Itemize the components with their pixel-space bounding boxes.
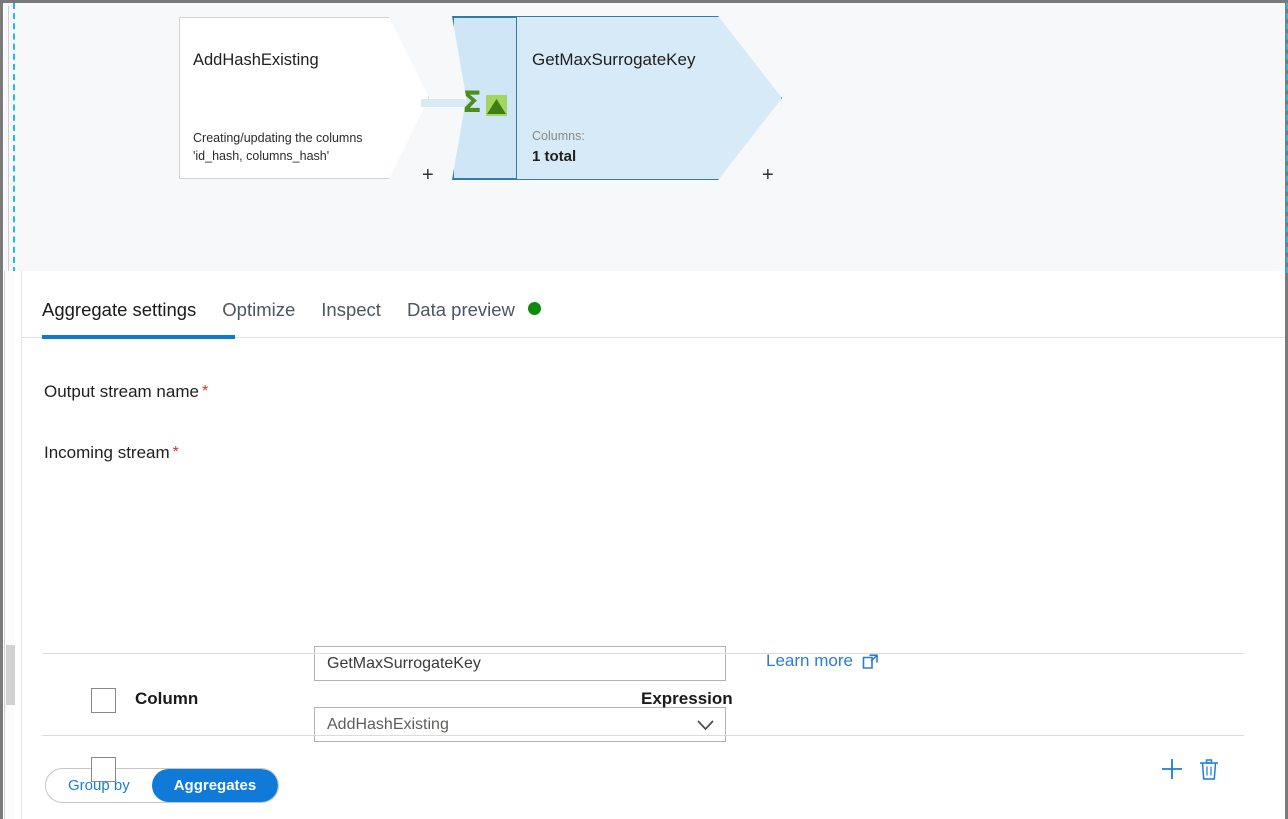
node-columns-value: 1 total (532, 148, 576, 165)
panel-scrollbar-track[interactable] (5, 271, 14, 819)
app-root: AddHashExisting Creating/updating the co… (0, 0, 1288, 819)
incoming-stream-dropdown[interactable]: AddHashExisting (314, 707, 726, 742)
group-by-aggregates-toggle: Group by Aggregates (45, 768, 279, 803)
node-description-line-1: Creating/updating the columns (193, 129, 363, 147)
dataflow-canvas[interactable]: AddHashExisting Creating/updating the co… (4, 3, 1284, 271)
node-columns-label: Columns: (532, 129, 585, 143)
settings-panel: Aggregate settings Optimize Inspect Data… (4, 271, 1285, 819)
tab-label: Aggregate settings (42, 299, 196, 320)
canvas-left-edge (8, 6, 9, 274)
node-icon-pane: Σ (452, 16, 517, 180)
table-top-divider (42, 653, 1244, 654)
panel-inner-edge (21, 271, 22, 819)
tab-label: Optimize (222, 299, 295, 320)
settings-tabs: Aggregate settings Optimize Inspect Data… (42, 299, 541, 323)
node-add-next-button[interactable]: + (762, 165, 774, 185)
active-tab-indicator (42, 335, 235, 339)
incoming-stream-row: Incoming stream * (44, 443, 179, 463)
flow-node-getmaxsurrogatekey[interactable]: Σ GetMaxSurrogateKey Columns: 1 total + (452, 16, 782, 180)
tab-inspect[interactable]: Inspect (321, 299, 381, 323)
learn-more-link[interactable]: Learn more (766, 651, 879, 671)
external-link-icon (862, 653, 879, 670)
node-add-next-button[interactable]: + (422, 165, 434, 185)
panel-scrollbar-thumb[interactable] (6, 645, 15, 705)
output-stream-name-row: Output stream name * (44, 382, 208, 402)
node-title: AddHashExisting (193, 51, 319, 70)
toggle-option-aggregates[interactable]: Aggregates (152, 769, 279, 802)
tab-label: Inspect (321, 299, 381, 320)
window-frame-left (0, 0, 3, 819)
output-stream-name-label: Output stream name (44, 382, 199, 402)
row-checkbox[interactable] (91, 757, 116, 782)
node-title: GetMaxSurrogateKey (532, 50, 695, 70)
select-all-checkbox[interactable] (91, 688, 116, 713)
required-marker: * (173, 444, 179, 462)
column-header-column: Column (135, 689, 198, 709)
row-delete-button[interactable] (1196, 756, 1222, 787)
tab-optimize[interactable]: Optimize (222, 299, 295, 323)
chevron-down-icon (696, 719, 715, 731)
node-description-line-2: 'id_hash, columns_hash' (193, 147, 363, 165)
toggle-label: Aggregates (174, 777, 257, 794)
learn-more-label: Learn more (766, 651, 853, 671)
incoming-stream-value: AddHashExisting (327, 716, 696, 734)
output-stream-name-input[interactable] (314, 646, 726, 681)
svg-text:Σ: Σ (462, 86, 482, 118)
tab-label: Data preview (407, 299, 515, 320)
tab-data-preview[interactable]: Data preview (407, 299, 541, 323)
node-description: Creating/updating the columns 'id_hash, … (193, 129, 363, 165)
trash-icon (1196, 756, 1222, 782)
aggregate-sigma-icon: Σ (462, 86, 514, 118)
table-header-divider (42, 735, 1244, 736)
tab-aggregate-settings[interactable]: Aggregate settings (42, 299, 196, 323)
flow-node-addhashexisting[interactable]: AddHashExisting Creating/updating the co… (179, 17, 429, 179)
incoming-stream-label: Incoming stream (44, 443, 170, 463)
required-marker: * (202, 383, 208, 401)
row-add-button[interactable] (1159, 756, 1185, 787)
plus-icon (1159, 756, 1185, 782)
data-preview-status-dot (528, 302, 541, 315)
column-header-expression: Expression (641, 689, 733, 709)
